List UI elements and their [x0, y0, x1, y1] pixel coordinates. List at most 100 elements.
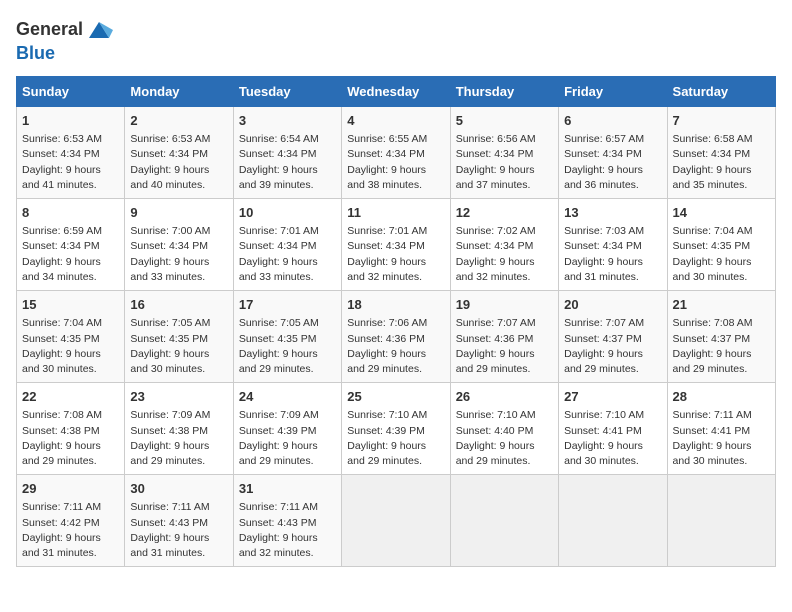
day-cell: 20 Sunrise: 7:07 AMSunset: 4:37 PMDayligh…	[559, 291, 667, 383]
week-row-2: 8Sunrise: 6:59 AMSunset: 4:34 PMDaylight…	[17, 199, 776, 291]
day-info: Sunrise: 7:06 AMSunset: 4:36 PMDaylight:…	[347, 317, 427, 375]
col-header-thursday: Thursday	[450, 77, 558, 107]
day-number: 5	[456, 112, 553, 130]
day-info: Sunrise: 7:07 AMSunset: 4:37 PMDaylight:…	[564, 317, 644, 375]
day-info: Sunrise: 7:09 AMSunset: 4:38 PMDaylight:…	[130, 409, 210, 467]
day-number: 22	[22, 388, 119, 406]
col-header-friday: Friday	[559, 77, 667, 107]
day-info: Sunrise: 6:54 AMSunset: 4:34 PMDaylight:…	[239, 133, 319, 191]
day-info: Sunrise: 7:01 AMSunset: 4:34 PMDaylight:…	[347, 225, 427, 283]
day-cell: 28 Sunrise: 7:11 AMSunset: 4:41 PMDayligh…	[667, 383, 775, 475]
day-cell: 2 Sunrise: 6:53 AMSunset: 4:34 PMDaylight…	[125, 107, 233, 199]
day-number: 12	[456, 204, 553, 222]
week-row-1: 1 Sunrise: 6:53 AMSunset: 4:34 PMDaylight…	[17, 107, 776, 199]
day-cell: 3 Sunrise: 6:54 AMSunset: 4:34 PMDaylight…	[233, 107, 341, 199]
day-number: 8	[22, 204, 119, 222]
week-row-5: 29 Sunrise: 7:11 AMSunset: 4:42 PMDayligh…	[17, 475, 776, 567]
day-number: 20	[564, 296, 661, 314]
day-number: 25	[347, 388, 444, 406]
day-number: 27	[564, 388, 661, 406]
day-info: Sunrise: 7:09 AMSunset: 4:39 PMDaylight:…	[239, 409, 319, 467]
col-header-wednesday: Wednesday	[342, 77, 450, 107]
day-cell	[667, 475, 775, 567]
day-number: 19	[456, 296, 553, 314]
day-cell: 15Sunrise: 7:04 AMSunset: 4:35 PMDayligh…	[17, 291, 125, 383]
day-number: 23	[130, 388, 227, 406]
day-cell: 18 Sunrise: 7:06 AMSunset: 4:36 PMDayligh…	[342, 291, 450, 383]
day-cell: 21Sunrise: 7:08 AMSunset: 4:37 PMDayligh…	[667, 291, 775, 383]
day-cell: 7 Sunrise: 6:58 AMSunset: 4:34 PMDaylight…	[667, 107, 775, 199]
day-number: 9	[130, 204, 227, 222]
day-cell: 17 Sunrise: 7:05 AMSunset: 4:35 PMDayligh…	[233, 291, 341, 383]
day-cell: 4 Sunrise: 6:55 AMSunset: 4:34 PMDaylight…	[342, 107, 450, 199]
day-cell: 13 Sunrise: 7:03 AMSunset: 4:34 PMDayligh…	[559, 199, 667, 291]
day-info: Sunrise: 6:53 AMSunset: 4:34 PMDaylight:…	[130, 133, 210, 191]
day-cell	[450, 475, 558, 567]
day-cell	[342, 475, 450, 567]
logo-general: General	[16, 20, 83, 40]
day-number: 18	[347, 296, 444, 314]
day-info: Sunrise: 7:03 AMSunset: 4:34 PMDaylight:…	[564, 225, 644, 283]
day-number: 17	[239, 296, 336, 314]
day-info: Sunrise: 7:04 AMSunset: 4:35 PMDaylight:…	[22, 317, 102, 375]
day-number: 30	[130, 480, 227, 498]
day-cell: 27 Sunrise: 7:10 AMSunset: 4:41 PMDayligh…	[559, 383, 667, 475]
day-info: Sunrise: 7:11 AMSunset: 4:43 PMDaylight:…	[239, 501, 318, 559]
day-number: 11	[347, 204, 444, 222]
day-number: 2	[130, 112, 227, 130]
day-cell: 1 Sunrise: 6:53 AMSunset: 4:34 PMDaylight…	[17, 107, 125, 199]
day-info: Sunrise: 6:58 AMSunset: 4:34 PMDaylight:…	[673, 133, 753, 191]
logo-blue: Blue	[16, 43, 55, 63]
day-number: 28	[673, 388, 770, 406]
col-header-saturday: Saturday	[667, 77, 775, 107]
day-info: Sunrise: 7:10 AMSunset: 4:40 PMDaylight:…	[456, 409, 536, 467]
day-info: Sunrise: 7:00 AMSunset: 4:34 PMDaylight:…	[130, 225, 210, 283]
day-cell: 24 Sunrise: 7:09 AMSunset: 4:39 PMDayligh…	[233, 383, 341, 475]
day-cell: 23 Sunrise: 7:09 AMSunset: 4:38 PMDayligh…	[125, 383, 233, 475]
day-info: Sunrise: 7:01 AMSunset: 4:34 PMDaylight:…	[239, 225, 319, 283]
day-number: 29	[22, 480, 119, 498]
day-info: Sunrise: 7:11 AMSunset: 4:42 PMDaylight:…	[22, 501, 101, 559]
logo-icon	[85, 16, 113, 44]
day-info: Sunrise: 7:05 AMSunset: 4:35 PMDaylight:…	[130, 317, 210, 375]
day-info: Sunrise: 6:53 AMSunset: 4:34 PMDaylight:…	[22, 133, 102, 191]
day-cell: 26 Sunrise: 7:10 AMSunset: 4:40 PMDayligh…	[450, 383, 558, 475]
day-number: 31	[239, 480, 336, 498]
col-header-monday: Monday	[125, 77, 233, 107]
day-number: 16	[130, 296, 227, 314]
week-row-3: 15Sunrise: 7:04 AMSunset: 4:35 PMDayligh…	[17, 291, 776, 383]
day-cell: 11 Sunrise: 7:01 AMSunset: 4:34 PMDayligh…	[342, 199, 450, 291]
day-info: Sunrise: 6:55 AMSunset: 4:34 PMDaylight:…	[347, 133, 427, 191]
day-info: Sunrise: 7:04 AMSunset: 4:35 PMDaylight:…	[673, 225, 753, 283]
day-info: Sunrise: 6:57 AMSunset: 4:34 PMDaylight:…	[564, 133, 644, 191]
day-number: 4	[347, 112, 444, 130]
day-info: Sunrise: 7:02 AMSunset: 4:34 PMDaylight:…	[456, 225, 536, 283]
day-info: Sunrise: 7:10 AMSunset: 4:41 PMDaylight:…	[564, 409, 644, 467]
day-number: 7	[673, 112, 770, 130]
day-number: 24	[239, 388, 336, 406]
col-header-tuesday: Tuesday	[233, 77, 341, 107]
day-info: Sunrise: 7:11 AMSunset: 4:41 PMDaylight:…	[673, 409, 752, 467]
day-number: 10	[239, 204, 336, 222]
week-row-4: 22 Sunrise: 7:08 AMSunset: 4:38 PMDayligh…	[17, 383, 776, 475]
calendar-table: SundayMondayTuesdayWednesdayThursdayFrid…	[16, 76, 776, 567]
day-number: 3	[239, 112, 336, 130]
day-cell: 16 Sunrise: 7:05 AMSunset: 4:35 PMDayligh…	[125, 291, 233, 383]
day-cell: 30Sunrise: 7:11 AMSunset: 4:43 PMDayligh…	[125, 475, 233, 567]
col-header-sunday: Sunday	[17, 77, 125, 107]
day-number: 13	[564, 204, 661, 222]
day-number: 14	[673, 204, 770, 222]
day-cell: 31 Sunrise: 7:11 AMSunset: 4:43 PMDayligh…	[233, 475, 341, 567]
header: General Blue	[16, 16, 776, 64]
day-info: Sunrise: 6:56 AMSunset: 4:34 PMDaylight:…	[456, 133, 536, 191]
day-cell: 22 Sunrise: 7:08 AMSunset: 4:38 PMDayligh…	[17, 383, 125, 475]
day-cell: 25Sunrise: 7:10 AMSunset: 4:39 PMDayligh…	[342, 383, 450, 475]
day-number: 1	[22, 112, 119, 130]
day-cell: 19 Sunrise: 7:07 AMSunset: 4:36 PMDayligh…	[450, 291, 558, 383]
day-number: 26	[456, 388, 553, 406]
day-cell: 6Sunrise: 6:57 AMSunset: 4:34 PMDaylight…	[559, 107, 667, 199]
day-info: Sunrise: 7:05 AMSunset: 4:35 PMDaylight:…	[239, 317, 319, 375]
day-cell: 5 Sunrise: 6:56 AMSunset: 4:34 PMDaylight…	[450, 107, 558, 199]
day-info: Sunrise: 7:07 AMSunset: 4:36 PMDaylight:…	[456, 317, 536, 375]
day-info: Sunrise: 7:08 AMSunset: 4:38 PMDaylight:…	[22, 409, 102, 467]
